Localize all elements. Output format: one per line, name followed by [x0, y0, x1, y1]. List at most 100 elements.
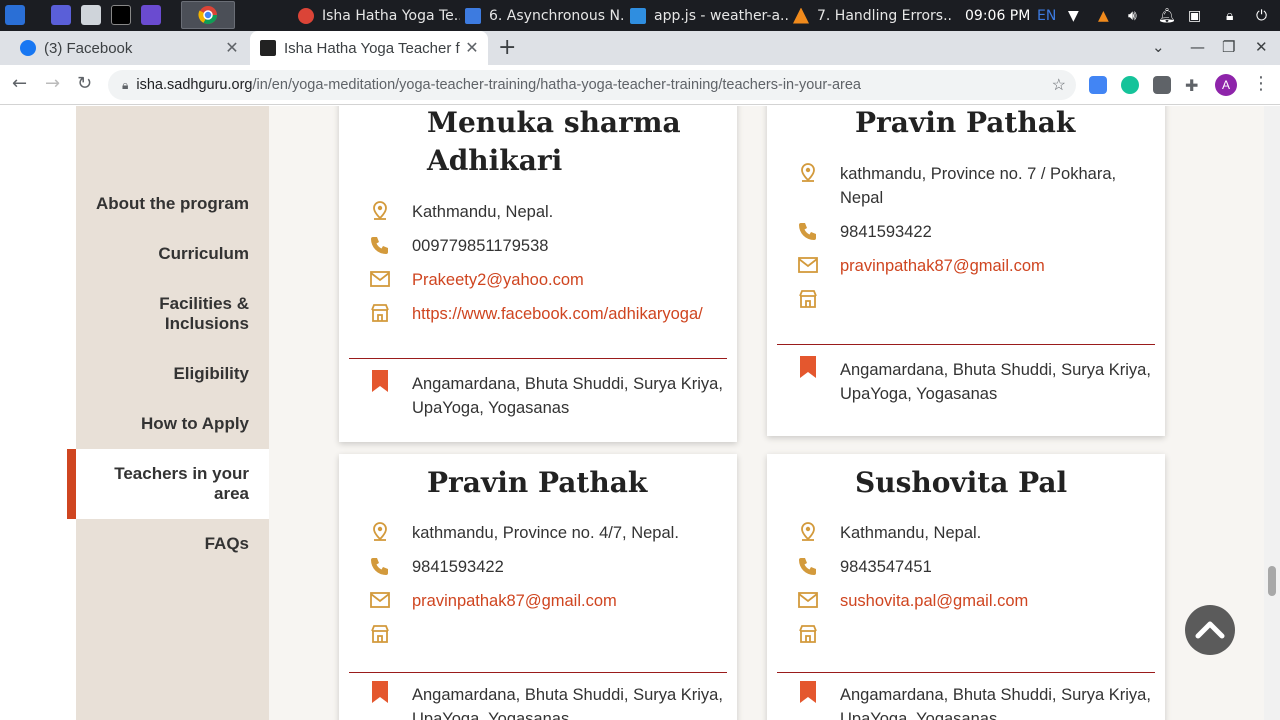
teacher-email-link[interactable]: sushovita.pal@gmail.com	[840, 589, 1158, 613]
lock-icon: 🔒︎	[122, 77, 129, 92]
close-icon[interactable]: ✕	[222, 38, 242, 58]
teacher-name: Menuka sharma Adhikari	[427, 106, 681, 177]
store-icon	[799, 290, 817, 308]
store-icon	[371, 625, 389, 643]
minimize-icon[interactable]: —	[1190, 38, 1205, 56]
extension-box-icon[interactable]	[1153, 76, 1171, 94]
teacher-card: Menuka sharma Adhikari Kathmandu, Nepal.…	[339, 106, 737, 442]
clipboard-icon[interactable]: ▣	[1188, 0, 1201, 31]
task-notion[interactable]: 6. Asynchronous N...	[465, 0, 623, 31]
vscode-icon	[630, 7, 646, 24]
location-pin-icon	[373, 201, 387, 220]
google-translate-icon[interactable]	[1089, 76, 1107, 94]
nav-item-faqs[interactable]: FAQs	[79, 534, 249, 554]
mail-icon	[798, 592, 818, 608]
nav-active-indicator	[67, 449, 76, 519]
notification-bell-icon[interactable]: 🔔︎	[1158, 0, 1176, 31]
teachers-grid: Menuka sharma Adhikari Kathmandu, Nepal.…	[269, 106, 1264, 720]
teacher-name: Pravin Pathak	[427, 466, 648, 499]
bookmark-icon	[372, 681, 388, 703]
location-pin-icon	[373, 522, 387, 541]
extensions-puzzle-icon[interactable]: ✚	[1185, 76, 1203, 95]
teacher-phone: 9843547451	[840, 558, 932, 576]
launcher-icon[interactable]	[5, 5, 25, 25]
back-arrow-icon[interactable]: ←	[12, 73, 27, 94]
section-side-nav: About the program Curriculum Facilities …	[67, 106, 269, 720]
teacher-card: Pravin Pathak kathmandu, Province no. 7 …	[767, 106, 1165, 436]
task-vscode[interactable]: app.js - weather-a...	[630, 0, 788, 31]
tab-facebook[interactable]: (3) Facebook ✕	[8, 31, 248, 65]
vlc-tray-icon[interactable]: ▲	[1098, 0, 1109, 31]
reload-icon[interactable]: ↻	[77, 73, 92, 94]
mail-icon	[798, 257, 818, 273]
wifi-icon[interactable]: ▼	[1068, 0, 1079, 31]
teacher-programs: Angamardana, Bhuta Shuddi, Surya Kriya, …	[412, 686, 723, 720]
teacher-name: Sushovita Pal	[855, 466, 1068, 499]
teacher-email-link[interactable]: Prakeety2@yahoo.com	[412, 268, 730, 292]
chrome-menu-icon[interactable]: ⋮	[1252, 73, 1270, 94]
phone-icon	[799, 223, 816, 240]
nav-item-how-to-apply[interactable]: How to Apply	[79, 414, 249, 434]
scrollbar-thumb[interactable]	[1268, 566, 1276, 596]
teacher-email-link[interactable]: pravinpathak87@gmail.com	[412, 589, 730, 613]
tab-isha-active[interactable]: Isha Hatha Yoga Teacher f ✕	[250, 31, 488, 65]
clock[interactable]: 09:06 PM	[965, 0, 1030, 31]
nav-item-curriculum[interactable]: Curriculum	[79, 244, 249, 264]
nav-item-eligibility[interactable]: Eligibility	[79, 364, 249, 384]
task-chrome-isha[interactable]: Isha Hatha Yoga Te...	[298, 0, 460, 31]
os-taskbar: Isha Hatha Yoga Te... 6. Asynchronous N.…	[0, 0, 1280, 31]
grammarly-icon[interactable]	[1121, 76, 1139, 94]
teacher-website-link[interactable]: https://www.facebook.com/adhikaryoga/	[412, 302, 730, 326]
teacher-location: Kathmandu, Nepal.	[840, 524, 982, 542]
chevron-up-icon	[1195, 621, 1225, 639]
teacher-phone: 009779851179538	[412, 237, 549, 255]
close-window-icon[interactable]: ✕	[1255, 38, 1268, 56]
teacher-location: Kathmandu, Nepal.	[412, 203, 554, 221]
nav-item-about[interactable]: About the program	[79, 194, 249, 214]
bookmark-icon	[800, 356, 816, 378]
restore-icon[interactable]: ❐	[1222, 38, 1235, 56]
teacher-location: kathmandu, Province no. 4/7, Nepal.	[412, 524, 679, 542]
phone-icon	[371, 558, 388, 575]
facebook-icon	[20, 40, 36, 56]
scroll-to-top-button[interactable]	[1185, 605, 1235, 655]
folder-icon[interactable]	[81, 5, 101, 25]
new-tab-plus-icon[interactable]: +	[498, 35, 516, 60]
phone-icon	[799, 558, 816, 575]
mail-icon	[370, 592, 390, 608]
nav-item-facilities[interactable]: Facilities & Inclusions	[129, 294, 249, 334]
close-icon[interactable]: ✕	[462, 38, 482, 58]
task-vlc[interactable]: 7. Handling Errors....	[793, 0, 953, 31]
screen-recorder-icon[interactable]	[141, 5, 161, 25]
bookmark-star-icon[interactable]: ☆	[1052, 75, 1066, 95]
keyboard-layout[interactable]: EN	[1037, 0, 1056, 31]
tab-search-chevron-icon[interactable]: ⌄	[1152, 38, 1165, 56]
terminal-icon[interactable]	[111, 5, 131, 25]
lock-icon[interactable]: 🔒︎	[1226, 0, 1233, 31]
browser-toolbar: ← → ↻ 🔒︎ isha.sadhguru.org/in/en/yoga-me…	[0, 65, 1280, 105]
teacher-name: Pravin Pathak	[855, 106, 1076, 139]
card-divider	[777, 344, 1155, 345]
teacher-programs: Angamardana, Bhuta Shuddi, Surya Kriya, …	[840, 361, 1151, 403]
card-divider	[349, 358, 727, 359]
browser-tab-strip: (3) Facebook ✕ Isha Hatha Yoga Teacher f…	[0, 31, 1280, 65]
teacher-location: kathmandu, Province no. 7 / Pokhara, Nep…	[840, 165, 1117, 207]
forward-arrow-icon[interactable]: →	[45, 73, 60, 94]
page-left-margin	[0, 106, 76, 720]
nav-item-teachers[interactable]: Teachers in your area	[109, 464, 249, 504]
volume-icon[interactable]: 🔊︎	[1128, 0, 1137, 31]
power-icon[interactable]: ⏻	[1256, 0, 1267, 31]
page-scrollbar[interactable]	[1264, 106, 1280, 720]
teacher-phone: 9841593422	[412, 558, 504, 576]
teacher-programs: Angamardana, Bhuta Shuddi, Surya Kriya, …	[412, 375, 723, 417]
profile-avatar[interactable]: A	[1215, 74, 1237, 96]
file-manager-icon[interactable]	[51, 5, 71, 25]
teacher-email-link[interactable]: pravinpathak87@gmail.com	[840, 254, 1158, 278]
teacher-programs: Angamardana, Bhuta Shuddi, Surya Kriya, …	[840, 686, 1151, 720]
isha-favicon-icon	[260, 40, 276, 56]
location-pin-icon	[801, 522, 815, 541]
chrome-launcher-active[interactable]	[181, 1, 235, 29]
teacher-card: Pravin Pathak kathmandu, Province no. 4/…	[339, 454, 737, 720]
card-divider	[349, 672, 727, 673]
address-bar[interactable]: 🔒︎ isha.sadhguru.org/in/en/yoga-meditati…	[108, 70, 1076, 100]
